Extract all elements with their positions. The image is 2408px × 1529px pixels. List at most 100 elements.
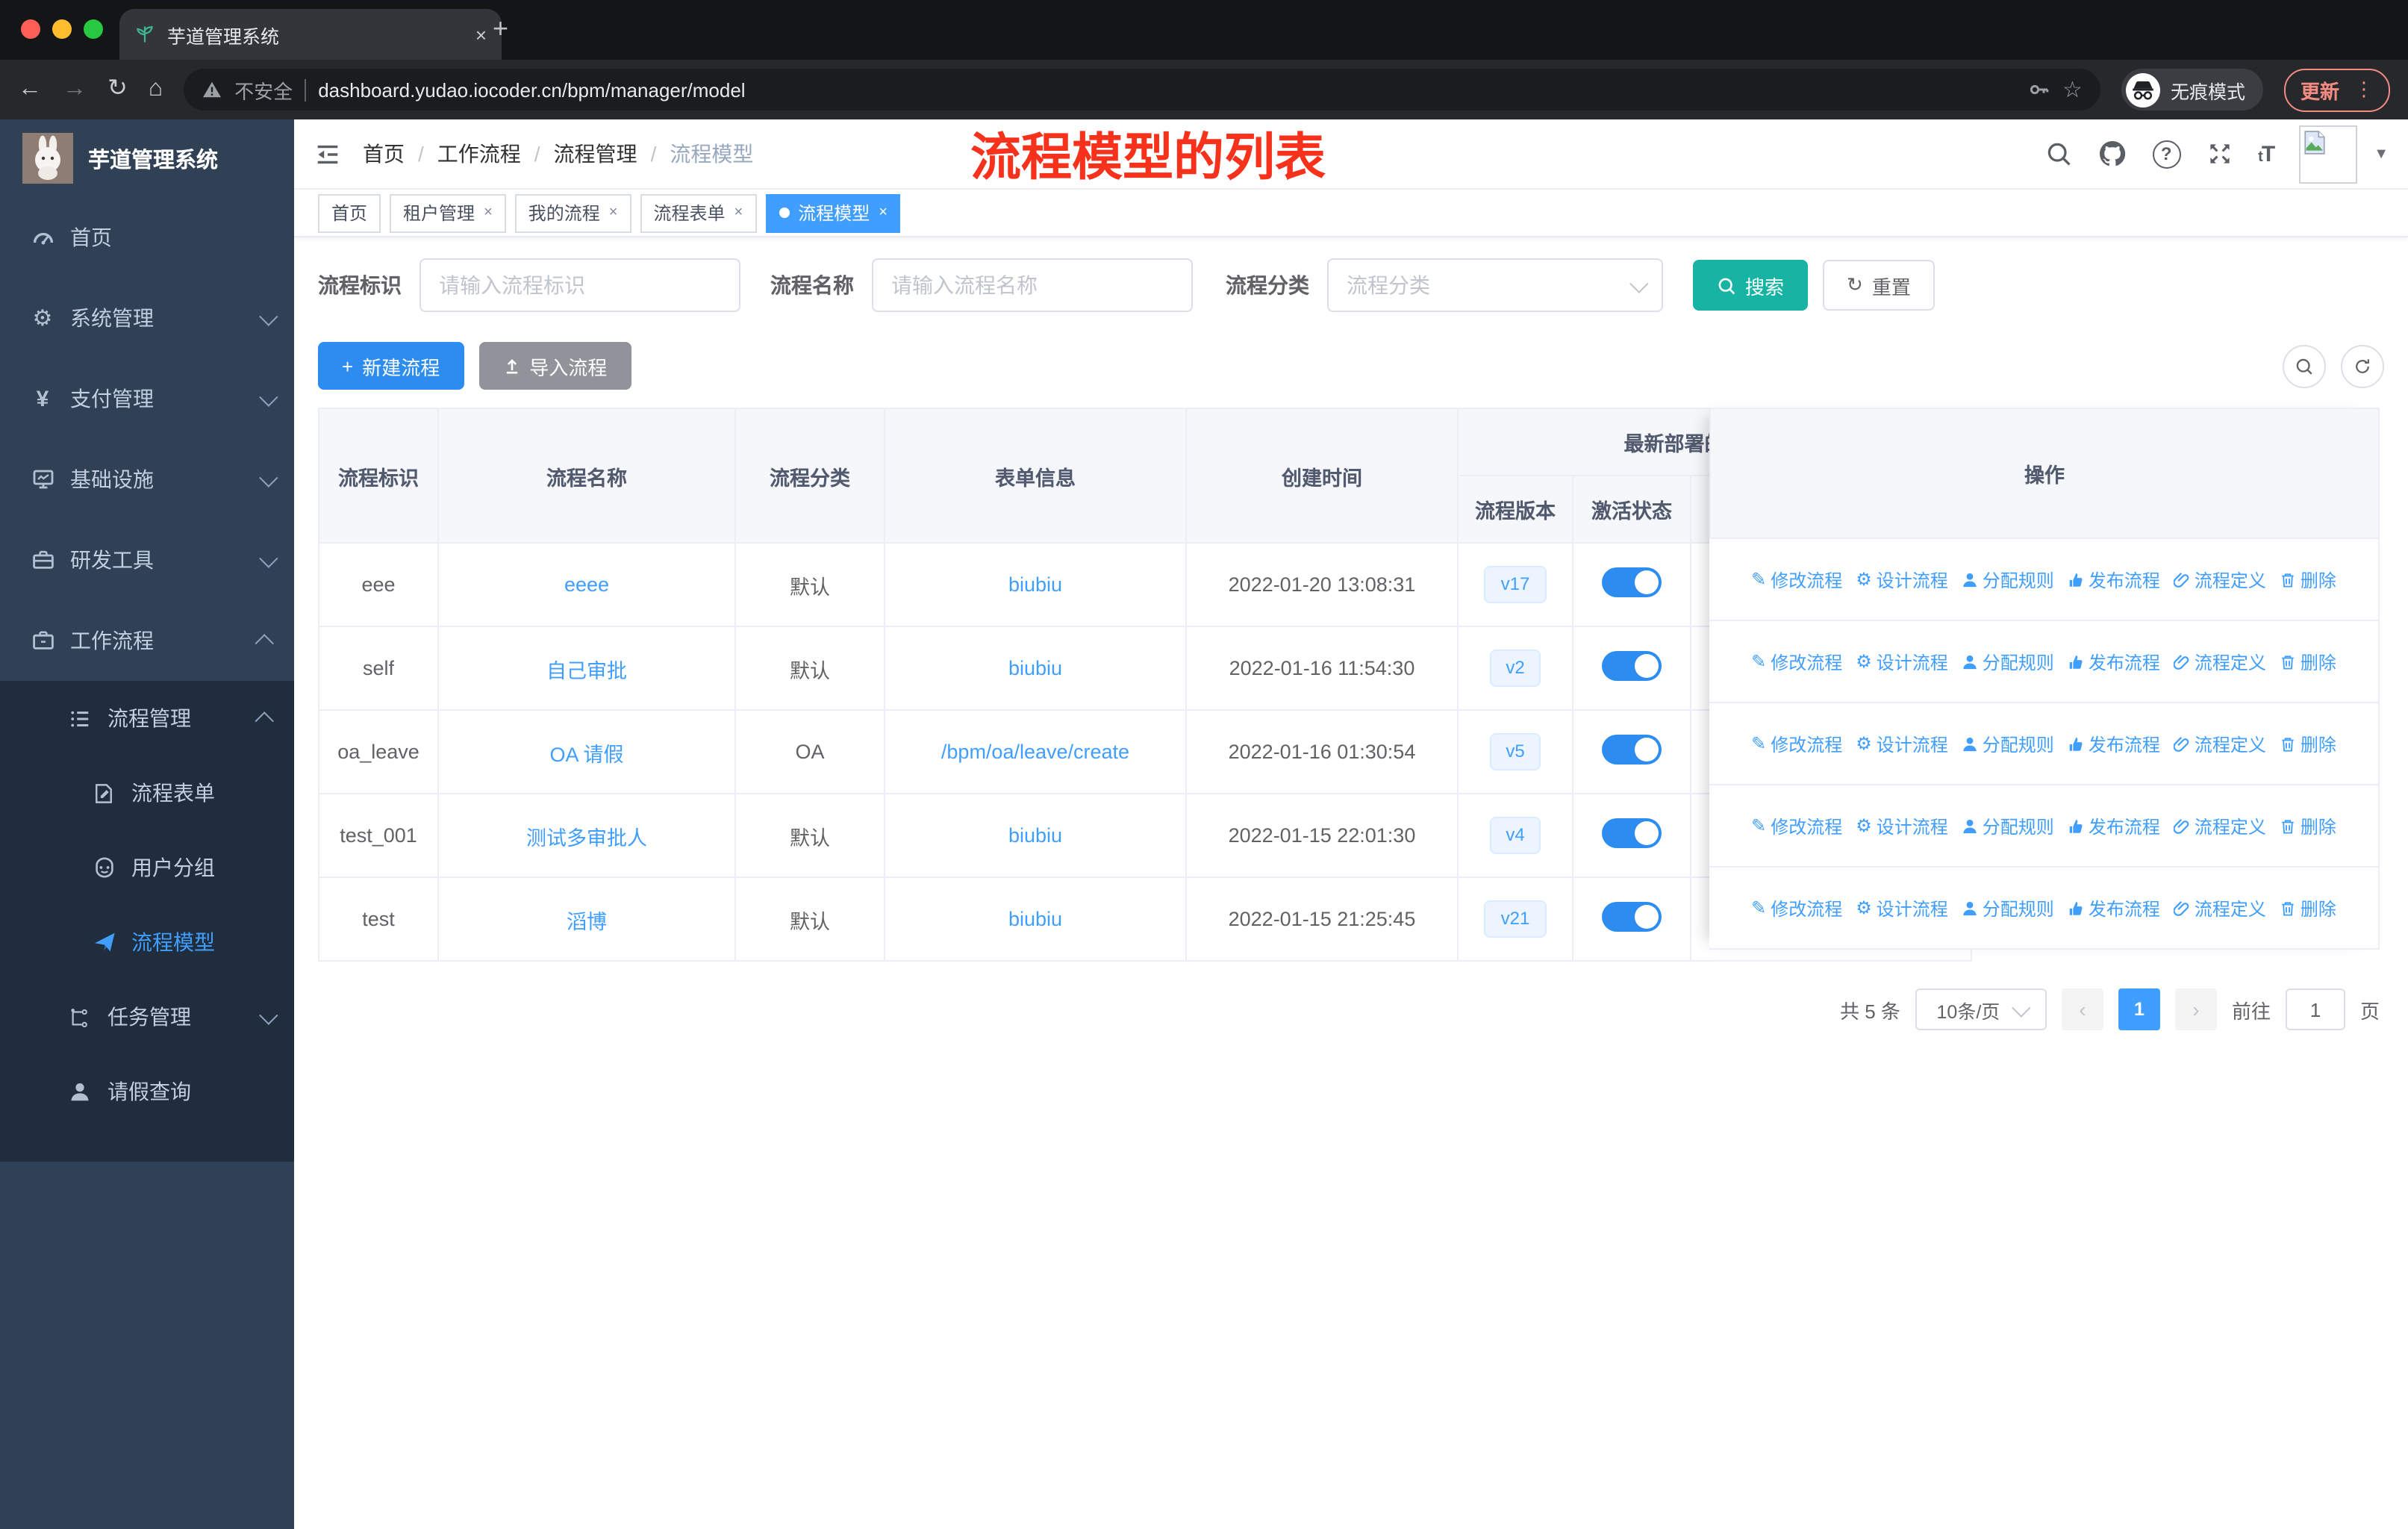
password-key-icon[interactable] (2027, 78, 2050, 102)
current-page-button[interactable]: 1 (2118, 988, 2160, 1030)
sidebar-item-workflow[interactable]: 工作流程 (0, 600, 294, 681)
process-name-link[interactable]: 自己审批 (546, 659, 627, 682)
url-text[interactable]: dashboard.yudao.iocoder.cn/bpm/manager/m… (318, 78, 2015, 101)
process-definition-link[interactable]: 流程定义 (2173, 731, 2266, 756)
assign-rule-link[interactable]: 分配规则 (1962, 567, 2054, 592)
process-name-link[interactable]: 测试多审批人 (526, 826, 647, 849)
form-link[interactable]: biubiu (1008, 824, 1062, 847)
design-process-link[interactable]: ⚙ 设计流程 (1856, 895, 1948, 921)
avatar-caret-icon[interactable]: ▼ (2374, 146, 2389, 162)
update-label[interactable]: 更新 (2301, 75, 2339, 104)
delete-link[interactable]: 删除 (2280, 731, 2336, 756)
prev-page-button[interactable]: ‹ (2061, 988, 2103, 1030)
tag-process-form[interactable]: 流程表单 × (640, 193, 757, 232)
tab-close-icon[interactable]: × (475, 23, 487, 46)
sidebar-item-user-group[interactable]: 用户分组 (0, 830, 294, 905)
new-tab-button[interactable]: + (493, 13, 508, 45)
avatar[interactable] (2299, 125, 2358, 183)
sidebar-item-leave-query[interactable]: 请假查询 (0, 1054, 294, 1129)
sidebar-item-devtools[interactable]: 研发工具 (0, 520, 294, 600)
sidebar-item-system[interactable]: ⚙ 系统管理 (0, 278, 294, 358)
publish-process-link[interactable]: 发布流程 (2068, 567, 2160, 592)
form-link[interactable]: /bpm/oa/leave/create (941, 741, 1129, 763)
collapse-sidebar-icon[interactable] (314, 140, 342, 168)
sidebar-item-home[interactable]: 首页 (0, 197, 294, 278)
goto-page-input[interactable] (2285, 988, 2345, 1030)
insecure-label[interactable]: 不安全 (234, 75, 293, 104)
help-icon[interactable]: ? (2152, 140, 2181, 168)
github-icon[interactable] (2097, 139, 2127, 169)
publish-process-link[interactable]: 发布流程 (2068, 731, 2160, 756)
process-name-input[interactable] (872, 258, 1193, 312)
form-link[interactable]: biubiu (1008, 573, 1062, 596)
delete-link[interactable]: 删除 (2280, 813, 2336, 838)
bookmark-star-icon[interactable]: ☆ (2062, 78, 2083, 101)
publish-process-link[interactable]: 发布流程 (2068, 895, 2160, 921)
window-controls[interactable] (21, 19, 103, 39)
assign-rule-link[interactable]: 分配规则 (1962, 649, 2054, 674)
assign-rule-link[interactable]: 分配规则 (1962, 731, 2054, 756)
process-name-link[interactable]: 滔博 (567, 910, 607, 932)
edit-process-link[interactable]: ✎ 修改流程 (1751, 813, 1842, 838)
sidebar-item-infra[interactable]: 基础设施 (0, 439, 294, 520)
design-process-link[interactable]: ⚙ 设计流程 (1856, 567, 1948, 592)
close-icon[interactable]: × (879, 205, 888, 221)
fullscreen-icon[interactable] (2206, 140, 2233, 167)
assign-rule-link[interactable]: 分配规则 (1962, 895, 2054, 921)
process-definition-link[interactable]: 流程定义 (2173, 895, 2266, 921)
process-name-link[interactable]: eeee (564, 573, 609, 596)
version-badge[interactable]: v17 (1484, 566, 1547, 603)
active-toggle[interactable] (1602, 818, 1662, 848)
update-button[interactable]: 更新 ⋮ (2283, 68, 2390, 111)
font-size-icon[interactable]: tT (2258, 141, 2275, 166)
edit-process-link[interactable]: ✎ 修改流程 (1751, 567, 1842, 592)
close-icon[interactable]: × (484, 205, 493, 221)
browser-menu-dots-icon[interactable]: ⋮ (2354, 78, 2374, 102)
sidebar-item-task-management[interactable]: 任务管理 (0, 980, 294, 1054)
close-window-button[interactable] (21, 19, 40, 39)
version-badge[interactable]: v2 (1489, 650, 1541, 687)
design-process-link[interactable]: ⚙ 设计流程 (1856, 731, 1948, 756)
back-icon[interactable]: ← (18, 77, 42, 102)
breadcrumb-process-mgmt[interactable]: 流程管理 (554, 139, 637, 169)
sidebar-item-process-model[interactable]: 流程模型 (0, 905, 294, 980)
search-icon[interactable] (2044, 140, 2071, 167)
close-icon[interactable]: × (734, 205, 743, 221)
process-definition-link[interactable]: 流程定义 (2173, 649, 2266, 674)
forward-icon[interactable]: → (63, 77, 87, 102)
form-link[interactable]: biubiu (1008, 657, 1062, 679)
assign-rule-link[interactable]: 分配规则 (1962, 813, 2054, 838)
edit-process-link[interactable]: ✎ 修改流程 (1751, 895, 1842, 921)
version-badge[interactable]: v4 (1489, 817, 1541, 854)
maximize-window-button[interactable] (84, 19, 103, 39)
design-process-link[interactable]: ⚙ 设计流程 (1856, 649, 1948, 674)
publish-process-link[interactable]: 发布流程 (2068, 813, 2160, 838)
edit-process-link[interactable]: ✎ 修改流程 (1751, 731, 1842, 756)
process-name-link[interactable]: OA 请假 (549, 743, 623, 765)
page-size-select[interactable]: 10条/页 (1915, 988, 2047, 1030)
reset-button[interactable]: ↻ 重置 (1823, 260, 1935, 311)
minimize-window-button[interactable] (52, 19, 72, 39)
active-toggle[interactable] (1602, 651, 1662, 681)
sidebar-item-process-management[interactable]: 流程管理 (0, 681, 294, 756)
active-toggle[interactable] (1602, 567, 1662, 597)
version-badge[interactable]: v5 (1489, 733, 1541, 770)
tag-process-model[interactable]: 流程模型 × (765, 193, 901, 232)
version-badge[interactable]: v21 (1484, 900, 1547, 938)
warning-icon[interactable] (202, 81, 222, 99)
process-definition-link[interactable]: 流程定义 (2173, 813, 2266, 838)
edit-process-link[interactable]: ✎ 修改流程 (1751, 649, 1842, 674)
create-process-button[interactable]: + 新建流程 (318, 342, 464, 390)
process-category-select[interactable]: 流程分类 (1327, 258, 1663, 312)
breadcrumb-home[interactable]: 首页 (363, 139, 405, 169)
next-page-button[interactable]: › (2174, 988, 2217, 1030)
browser-tab[interactable]: 芋道管理系统 × (119, 9, 502, 60)
tag-tenant[interactable]: 租户管理 × (390, 193, 506, 232)
sidebar-item-process-form[interactable]: 流程表单 (0, 756, 294, 830)
reload-icon[interactable]: ↻ (107, 77, 128, 102)
tag-my-process[interactable]: 我的流程 × (514, 193, 631, 232)
process-definition-link[interactable]: 流程定义 (2173, 567, 2266, 592)
active-toggle[interactable] (1602, 735, 1662, 764)
delete-link[interactable]: 删除 (2280, 649, 2336, 674)
refresh-table-button[interactable] (2341, 344, 2384, 387)
